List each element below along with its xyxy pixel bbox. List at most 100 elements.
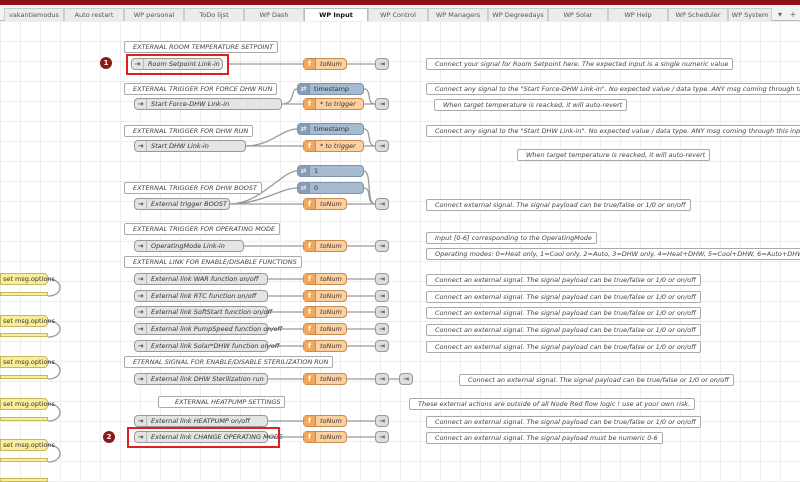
comment-pumpspeed-function[interactable]: Connect an external signal. The signal p… bbox=[426, 324, 701, 336]
comment-heatpump-title[interactable]: EXTERNAL HEATPUMP SETTINGS bbox=[158, 396, 286, 408]
comment-room-setpoint-title[interactable]: EXTERNAL ROOM TEMPERATURE SETPOINT bbox=[124, 41, 279, 53]
comment-solar-dhw-function[interactable]: Connect an external signal. The signal p… bbox=[426, 341, 701, 353]
change-node-edge bbox=[0, 292, 48, 296]
link-in-war-function[interactable]: ⇥ External link WAR function on/off bbox=[134, 273, 268, 285]
tab-wp-scheduler[interactable]: WP Scheduler bbox=[668, 8, 728, 21]
change-timestamp[interactable]: ⇄ timestamp bbox=[297, 83, 364, 95]
comment-heatpump[interactable]: Connect an external signal. The signal p… bbox=[426, 416, 701, 428]
comment-force-dhw[interactable]: Connect any signal to the "Start Force-D… bbox=[426, 83, 800, 95]
function-icon: f bbox=[304, 416, 316, 426]
dropdown-icon[interactable]: ▾ bbox=[774, 10, 786, 20]
link-out-icon: ⇥ bbox=[379, 375, 385, 383]
change-timestamp[interactable]: ⇄ timestamp bbox=[297, 123, 364, 135]
function-tonum[interactable]: f toNum bbox=[303, 273, 347, 285]
function-tonum[interactable]: f toNum bbox=[303, 340, 347, 352]
change-set-msg-options[interactable]: set msg.options bbox=[0, 315, 55, 327]
function-tonum[interactable]: f toNum bbox=[303, 198, 347, 210]
comment-war-function[interactable]: Connect an external signal. The signal p… bbox=[426, 274, 701, 286]
function-to-trigger[interactable]: f * to trigger bbox=[303, 98, 364, 110]
comment-operating-mode-title[interactable]: EXTERNAL TRIGGER FOR OPERATING MODE bbox=[124, 223, 281, 235]
comment-dhw-run[interactable]: Connect any signal to the "Start DHW Lin… bbox=[426, 125, 800, 137]
function-tonum[interactable]: f toNum bbox=[303, 240, 347, 252]
function-icon: f bbox=[304, 241, 316, 251]
link-in-dhw-sterilization[interactable]: ⇥ External link DHW Sterilization run bbox=[134, 373, 268, 385]
tab-wp-input[interactable]: WP Input bbox=[304, 8, 368, 22]
comment-softstart-function[interactable]: Connect an external signal. The signal p… bbox=[426, 307, 701, 319]
function-tonum[interactable]: f toNum bbox=[303, 415, 347, 427]
change-one[interactable]: ⇄ 1 bbox=[297, 165, 364, 177]
comment-operating-mode-input[interactable]: Input [0-6] corresponding to the Operati… bbox=[426, 232, 597, 244]
comment-sterilization[interactable]: Connect an external signal. The signal p… bbox=[459, 374, 734, 386]
link-in-pumpspeed-function[interactable]: ⇥ External link PumpSpeed function on/off bbox=[134, 323, 282, 335]
function-tonum[interactable]: f toNum bbox=[303, 373, 347, 385]
badge-2: 2 bbox=[103, 431, 115, 443]
tab-wp-system[interactable]: WP System bbox=[728, 8, 772, 21]
link-out-node[interactable]: ⇥ bbox=[375, 323, 389, 335]
tab-wp-solar[interactable]: WP Solar bbox=[548, 8, 608, 21]
comment-sterilization-title[interactable]: ETERNAL SIGNAL FOR ENABLE/DISABLE STERIL… bbox=[124, 356, 334, 368]
tab-wp-personal[interactable]: WP personal bbox=[124, 8, 184, 21]
highlight-box-1 bbox=[126, 54, 229, 75]
link-out-node[interactable]: ⇥ bbox=[375, 306, 389, 318]
link-in-heatpump[interactable]: ⇥ External link HEATPUMP on/off bbox=[134, 415, 268, 427]
link-out-node[interactable]: ⇥ bbox=[399, 373, 413, 385]
tab-vakantiemodus[interactable]: vakantiemodus bbox=[4, 8, 64, 21]
comment-heatpump-warning[interactable]: These external actions are outside of al… bbox=[409, 398, 696, 410]
function-tonum[interactable]: f toNum bbox=[303, 290, 347, 302]
link-in-rtc-function[interactable]: ⇥ External link RTC function on/off bbox=[134, 290, 268, 302]
function-icon: f bbox=[304, 59, 316, 69]
link-out-node[interactable]: ⇥ bbox=[375, 415, 389, 427]
tab-auto-restart[interactable]: Auto restart bbox=[64, 8, 124, 21]
change-set-msg-options[interactable]: set msg.options bbox=[0, 356, 55, 368]
link-in-icon: ⇥ bbox=[135, 416, 147, 426]
comment-dhw-run-title[interactable]: EXTERNAL TRIGGER FOR DHW RUN bbox=[124, 125, 254, 137]
link-out-node[interactable]: ⇥ bbox=[375, 58, 389, 70]
comment-enable-disable-title[interactable]: EXTERNAL LINK FOR ENABLE/DISABLE FUNCTIO… bbox=[124, 256, 302, 268]
change-zero[interactable]: ⇄ 0 bbox=[297, 182, 364, 194]
tab-todo-lijst[interactable]: ToDo lijst bbox=[184, 8, 244, 21]
link-out-node[interactable]: ⇥ bbox=[375, 98, 389, 110]
tab-wp-dash[interactable]: WP Dash bbox=[244, 8, 304, 21]
change-set-msg-options[interactable]: set msg.options bbox=[0, 439, 55, 451]
flow-workspace[interactable]: EXTERNAL ROOM TEMPERATURE SETPOINT ⇥ Room… bbox=[0, 21, 800, 482]
comment-operating-modes[interactable]: Operating modes: 0=Heat only, 1=Cool onl… bbox=[426, 248, 800, 260]
function-icon: f bbox=[304, 374, 316, 384]
function-tonum[interactable]: f toNum bbox=[303, 306, 347, 318]
link-out-node[interactable]: ⇥ bbox=[375, 373, 389, 385]
link-out-node[interactable]: ⇥ bbox=[375, 198, 389, 210]
comment-dhw-boost-title[interactable]: EXTERNAL TRIGGER FOR DHW BOOST bbox=[124, 182, 262, 194]
link-in-external-trigger-boost[interactable]: ⇥ External trigger BOOST bbox=[134, 198, 230, 210]
change-icon: ⇄ bbox=[298, 183, 310, 193]
link-in-softstart-function[interactable]: ⇥ External link SoftStart function on/off bbox=[134, 306, 272, 318]
change-set-msg-options[interactable]: set msg.options bbox=[0, 273, 55, 285]
link-out-node[interactable]: ⇥ bbox=[375, 240, 389, 252]
link-in-solar-dhw-function[interactable]: ⇥ External link Solar*DHW function on/off bbox=[134, 340, 279, 352]
link-out-node[interactable]: ⇥ bbox=[375, 140, 389, 152]
function-tonum[interactable]: f toNum bbox=[303, 431, 347, 443]
comment-rtc-function[interactable]: Connect an external signal. The signal p… bbox=[426, 291, 701, 303]
comment-room-setpoint[interactable]: Connect your signal for Room Setpoint he… bbox=[426, 58, 734, 70]
link-out-icon: ⇥ bbox=[379, 142, 385, 150]
comment-force-dhw-title[interactable]: EXTERNAL TRIGGER FOR FORCE DHW RUN bbox=[124, 83, 278, 95]
link-out-node[interactable]: ⇥ bbox=[375, 290, 389, 302]
function-tonum[interactable]: f toNum bbox=[303, 58, 347, 70]
tab-wp-control[interactable]: WP Control bbox=[368, 8, 428, 21]
link-in-start-dhw[interactable]: ⇥ Start DHW Link-in bbox=[134, 140, 246, 152]
tab-wp-help[interactable]: WP Help bbox=[608, 8, 668, 21]
comment-boost[interactable]: Connect external signal. The signal payl… bbox=[426, 199, 691, 211]
plus-icon[interactable]: + bbox=[787, 10, 799, 20]
comment-force-dhw-revert[interactable]: When target temperature is reacked, it w… bbox=[434, 99, 628, 111]
comment-dhw-revert[interactable]: When target temperature is reacked, it w… bbox=[517, 149, 711, 161]
comment-change-operating-mode[interactable]: Connect an external signal. The signal p… bbox=[426, 432, 663, 444]
tab-wp-degreedays[interactable]: WP Degreedays bbox=[488, 8, 548, 21]
change-node-edge bbox=[0, 375, 48, 379]
link-out-node[interactable]: ⇥ bbox=[375, 340, 389, 352]
function-to-trigger[interactable]: f * to trigger bbox=[303, 140, 364, 152]
link-in-operating-mode[interactable]: ⇥ OperatingMode Link-in bbox=[134, 240, 244, 252]
link-in-start-force-dhw[interactable]: ⇥ Start Force-DHW Link-in bbox=[134, 98, 282, 110]
function-tonum[interactable]: f toNum bbox=[303, 323, 347, 335]
link-out-node[interactable]: ⇥ bbox=[375, 431, 389, 443]
change-set-msg-options[interactable]: set msg.options bbox=[0, 398, 55, 410]
tab-wp-managers[interactable]: WP Managers bbox=[428, 8, 488, 21]
link-out-node[interactable]: ⇥ bbox=[375, 273, 389, 285]
